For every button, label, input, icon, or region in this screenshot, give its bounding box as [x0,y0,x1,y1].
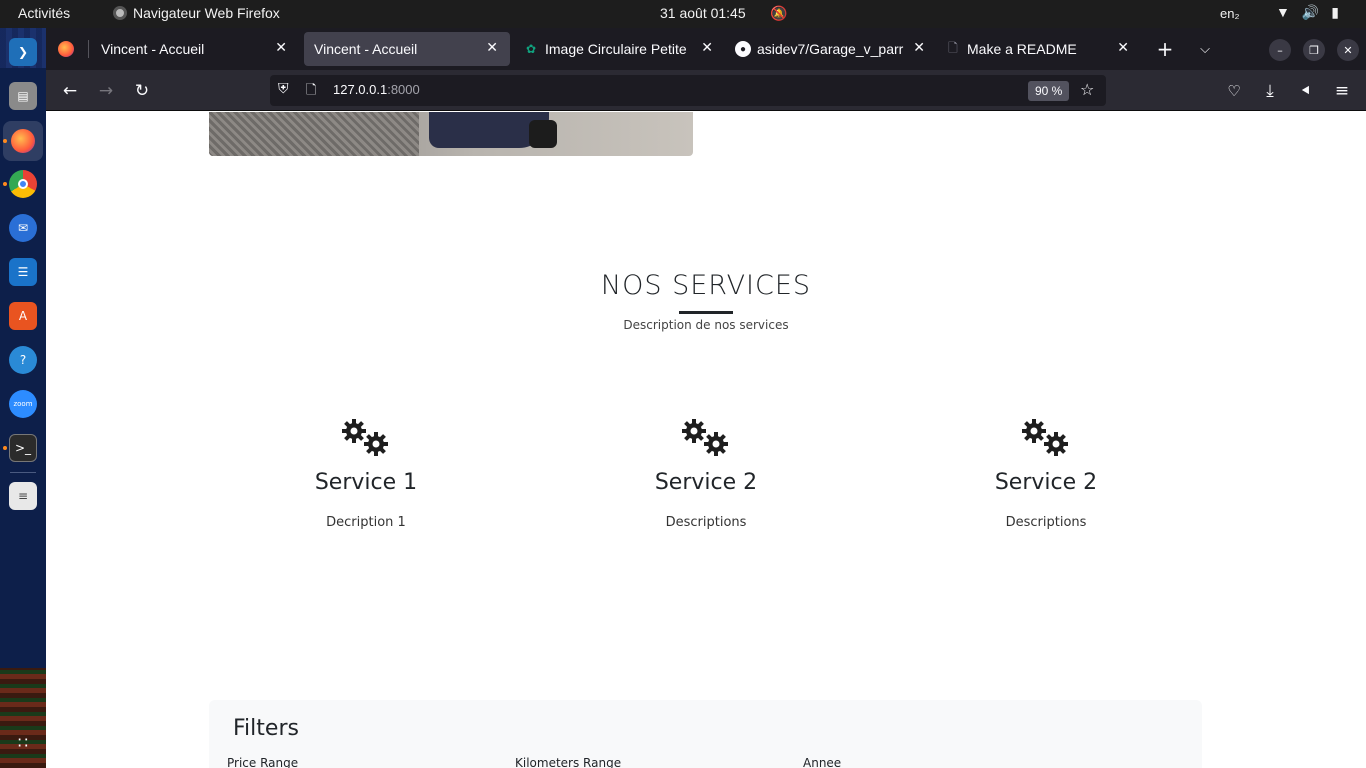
keyboard-layout[interactable]: en₂ [1220,6,1240,21]
reload-icon[interactable]: ↻ [129,78,155,104]
firefox-icon-active[interactable] [3,121,43,161]
running-indicator [3,139,7,143]
files-icon[interactable]: ▤ [9,82,37,110]
tab-bar: Vincent - Accueil ✕ Vincent - Accueil ✕ … [46,28,1366,70]
app-menu[interactable]: Navigateur Web Firefox [113,5,280,21]
chatgpt-icon: ✿ [525,42,537,56]
url-text[interactable]: 127.0.0.1:8000 [333,82,420,97]
app-name: Navigateur Web Firefox [133,5,280,21]
text-editor-icon[interactable]: ≡ [9,482,37,510]
firefox-view-icon[interactable] [53,36,79,62]
bookmark-star-icon[interactable]: ☆ [1080,80,1094,99]
service-title: Service 1 [314,470,418,495]
vscode-icon[interactable]: ❯ [9,38,37,66]
tab-separator [88,40,89,58]
page-icon: 🗋 [948,40,958,55]
url-bar[interactable]: ⛨ 🗋 127.0.0.1:8000 90 % ☆ [270,75,1106,106]
help-icon[interactable]: ? [9,346,37,374]
menu-hamburger-icon[interactable]: ≡ [1329,78,1355,104]
activities-button[interactable]: Activités [18,5,70,21]
thunderbird-icon[interactable]: ✉ [9,214,37,242]
list-tabs-chevron-down-icon[interactable]: ⌵ [1192,36,1218,62]
battery-icon: ▮ [1331,4,1340,20]
service-card: Service 2 Descriptions [926,418,1166,530]
gears-icon [341,418,391,458]
navigation-toolbar: ← → ↻ ⛨ 🗋 127.0.0.1:8000 90 % ☆ ♡ ⤓ ⯇ ≡ [46,70,1366,111]
tab-vincent-accueil-2[interactable]: Vincent - Accueil ✕ [304,32,510,66]
gears-icon [1021,418,1071,458]
wifi-icon: ▼ [1276,4,1290,20]
service-card: Service 2 Descriptions [586,418,826,530]
hero-image-shoe [529,120,557,148]
tab-image-circulaire[interactable]: ✿ Image Circulaire Petite ✕ [513,32,717,66]
tab-label: Image Circulaire Petite [545,41,687,57]
forward-arrow-icon[interactable]: → [93,78,119,104]
github-icon: ● [735,41,751,57]
tab-label: Vincent - Accueil [314,41,418,57]
pocket-icon[interactable]: ♡ [1221,78,1247,104]
show-apps-icon[interactable]: ∷ [9,728,37,756]
notifications-muted-icon[interactable]: 🔕 [770,5,787,22]
service-card: Service 1 Decription 1 [246,418,486,530]
minimize-button[interactable]: – [1269,39,1291,61]
kilometers-range-label: Kilometers Range [515,756,622,768]
title-underline [679,311,733,314]
tab-vincent-accueil-1[interactable]: Vincent - Accueil ✕ [91,32,299,66]
restore-button[interactable]: ❐ [1303,39,1325,61]
service-description: Decription 1 [326,515,406,530]
close-icon[interactable]: ✕ [275,39,287,56]
close-icon[interactable]: ✕ [913,39,925,56]
page-info-icon[interactable]: 🗋 [306,81,316,103]
clock[interactable]: 31 août 01:45 [660,5,746,21]
annee-label: Annee [803,756,842,768]
running-indicator [3,446,7,450]
section-subtitle: Description de nos services [623,318,789,332]
firefox-icon [113,6,127,20]
new-tab-button[interactable]: + [1152,36,1178,62]
filters-panel: Filters Price Range Kilometers Range Ann… [209,700,1202,768]
hero-image-grate [209,112,419,156]
chrome-icon[interactable] [9,170,37,198]
service-title: Service 2 [654,470,758,495]
dock: ❯ ▤ ✉ ☰ A ? zoom >_ ≡ ∷ [0,28,46,768]
system-tray[interactable]: ▼ 🔊 ▮ [1276,4,1339,21]
downloads-icon[interactable]: ⤓ [1257,78,1283,104]
close-icon[interactable]: ✕ [701,39,713,56]
tab-label: Vincent - Accueil [101,41,205,57]
zoom-level-badge[interactable]: 90 % [1028,81,1070,101]
close-icon[interactable]: ✕ [1117,39,1129,56]
close-window-button[interactable]: ✕ [1337,39,1359,61]
dock-separator [10,472,36,473]
back-arrow-icon[interactable]: ← [57,78,83,104]
hero-image-mechanic [209,112,693,156]
service-title: Service 2 [994,470,1098,495]
section-title: NOS SERVICES [600,270,812,301]
filters-title: Filters [233,716,299,741]
volume-icon: 🔊 [1301,4,1320,20]
tab-make-readme[interactable]: 🗋 Make a README ✕ [935,32,1141,66]
tab-label: asidev7/Garage_v_parr [757,41,904,57]
close-icon[interactable]: ✕ [486,39,498,56]
tab-github-garage[interactable]: ● asidev7/Garage_v_parr ✕ [725,32,929,66]
firefox-icon [11,129,35,153]
writer-icon[interactable]: ☰ [9,258,37,286]
zoom-icon[interactable]: zoom [9,390,37,418]
terminal-icon[interactable]: >_ [9,434,37,462]
service-description: Descriptions [1005,515,1087,530]
service-description: Descriptions [665,515,747,530]
page-viewport[interactable]: NOS SERVICES Description de nos services… [46,112,1366,768]
gears-icon [681,418,731,458]
app-center-icon[interactable]: A [9,302,37,330]
tracking-shield-icon[interactable]: ⛨ [278,81,289,97]
tab-label: Make a README [967,41,1077,57]
running-indicator [3,182,7,186]
extensions-icon[interactable]: ⯇ [1293,78,1319,104]
system-top-bar: Activités Navigateur Web Firefox 31 août… [0,0,1366,28]
price-range-label: Price Range [227,756,299,768]
